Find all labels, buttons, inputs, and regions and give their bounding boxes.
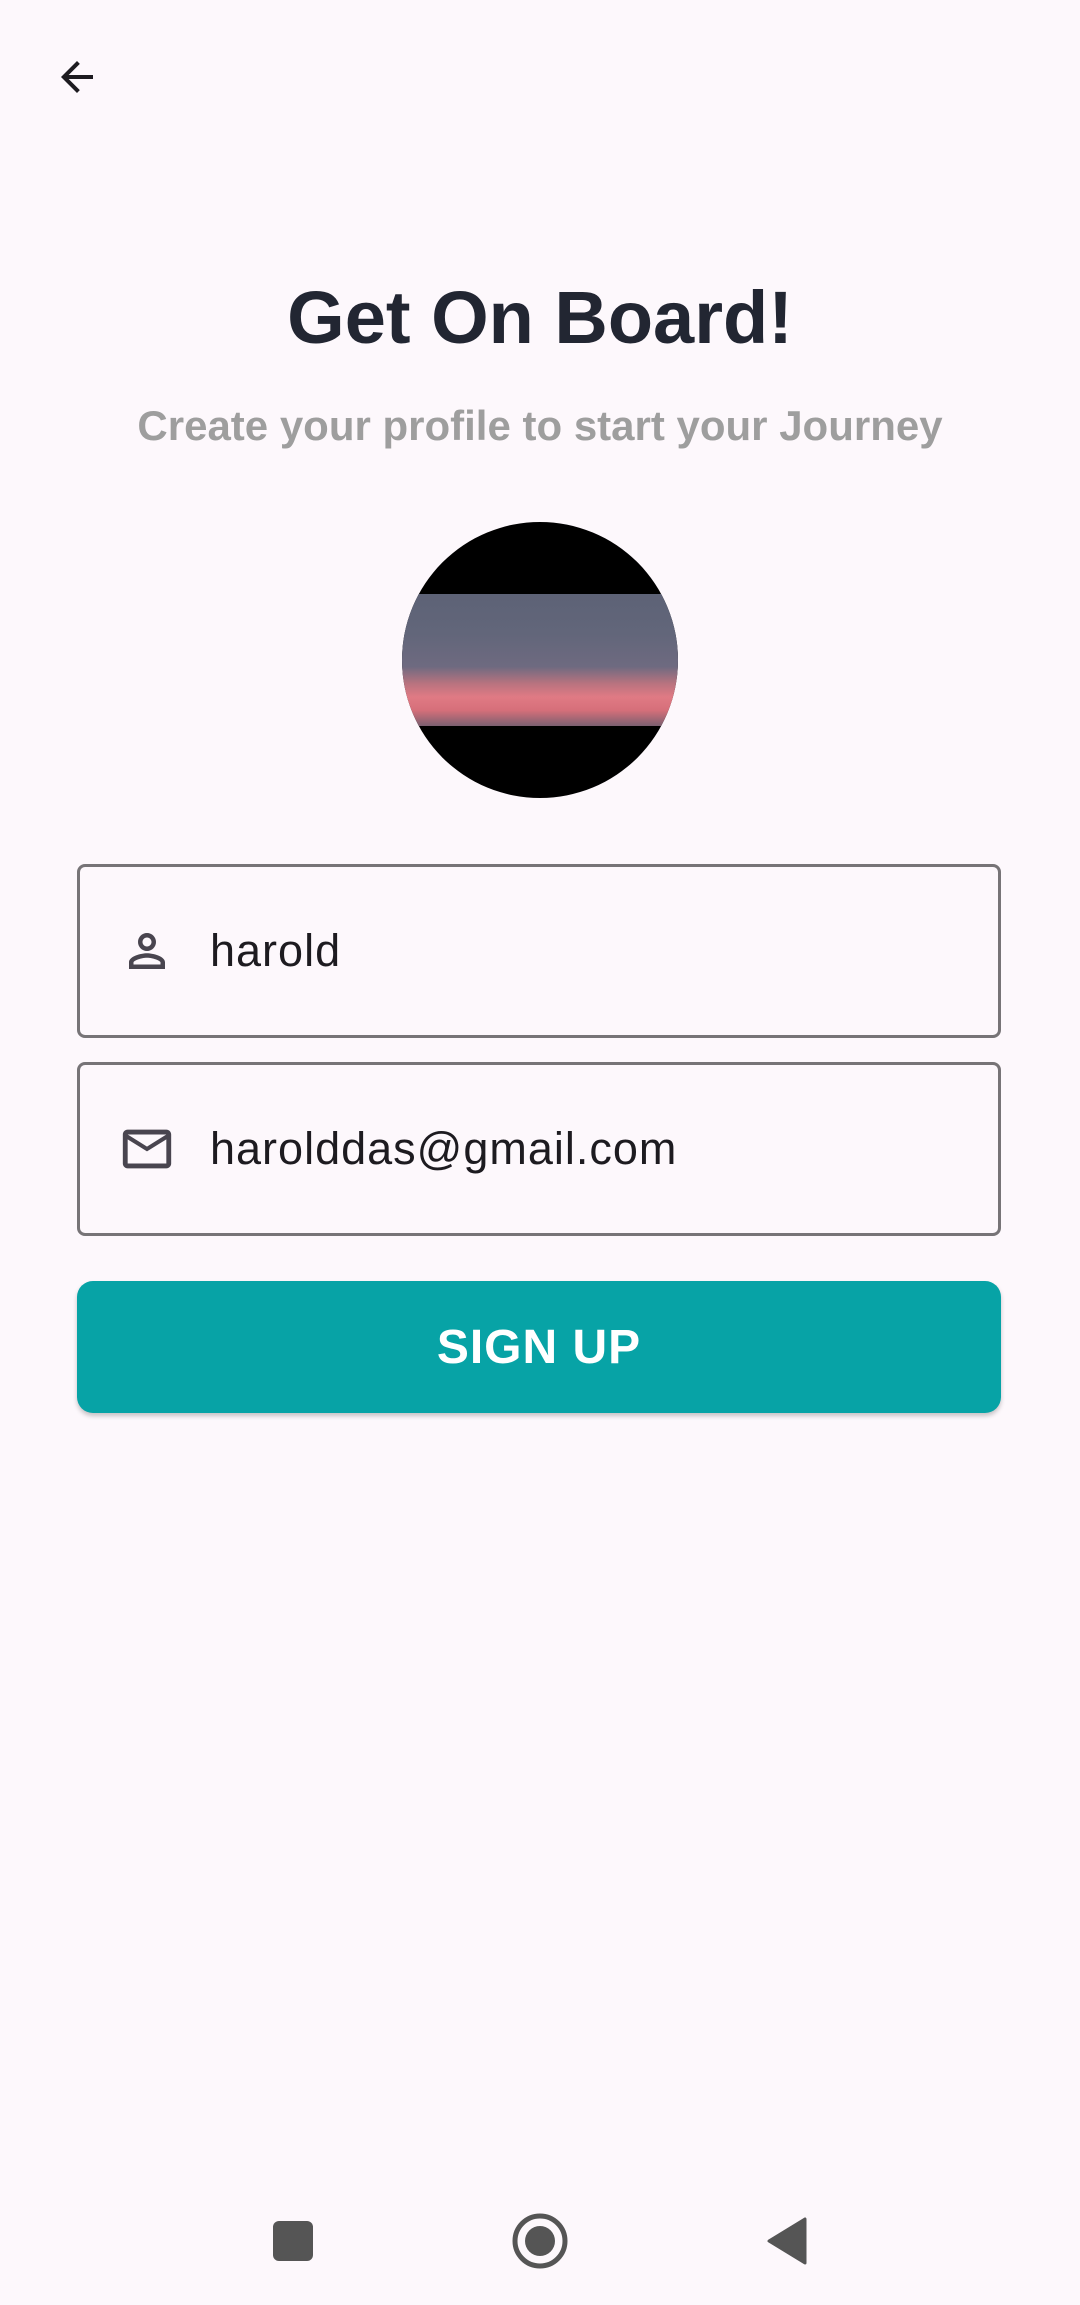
email-field[interactable]: harolddas@gmail.com <box>77 1062 1001 1236</box>
nav-back-button[interactable] <box>752 2206 822 2276</box>
circle-icon <box>512 2213 568 2269</box>
name-field[interactable]: harold <box>77 864 1001 1038</box>
person-icon <box>116 920 178 982</box>
mail-icon <box>116 1118 178 1180</box>
nav-home-button[interactable] <box>505 2206 575 2276</box>
nav-recents-button[interactable] <box>258 2206 328 2276</box>
email-field-value: harolddas@gmail.com <box>210 1123 678 1174</box>
page-subtitle: Create your profile to start your Journe… <box>137 402 943 449</box>
avatar-image <box>402 594 678 726</box>
signup-button-label: SIGN UP <box>436 1320 642 1374</box>
page-title: Get On Board! <box>287 276 793 359</box>
name-field-value: harold <box>210 925 342 976</box>
arrow-back-icon <box>61 61 93 93</box>
square-icon <box>273 2221 313 2261</box>
profile-avatar[interactable] <box>402 522 678 798</box>
signup-button[interactable]: SIGN UP <box>77 1281 1001 1413</box>
back-button[interactable] <box>40 40 114 114</box>
system-nav-bar <box>0 2178 1080 2305</box>
triangle-back-icon <box>767 2217 807 2265</box>
